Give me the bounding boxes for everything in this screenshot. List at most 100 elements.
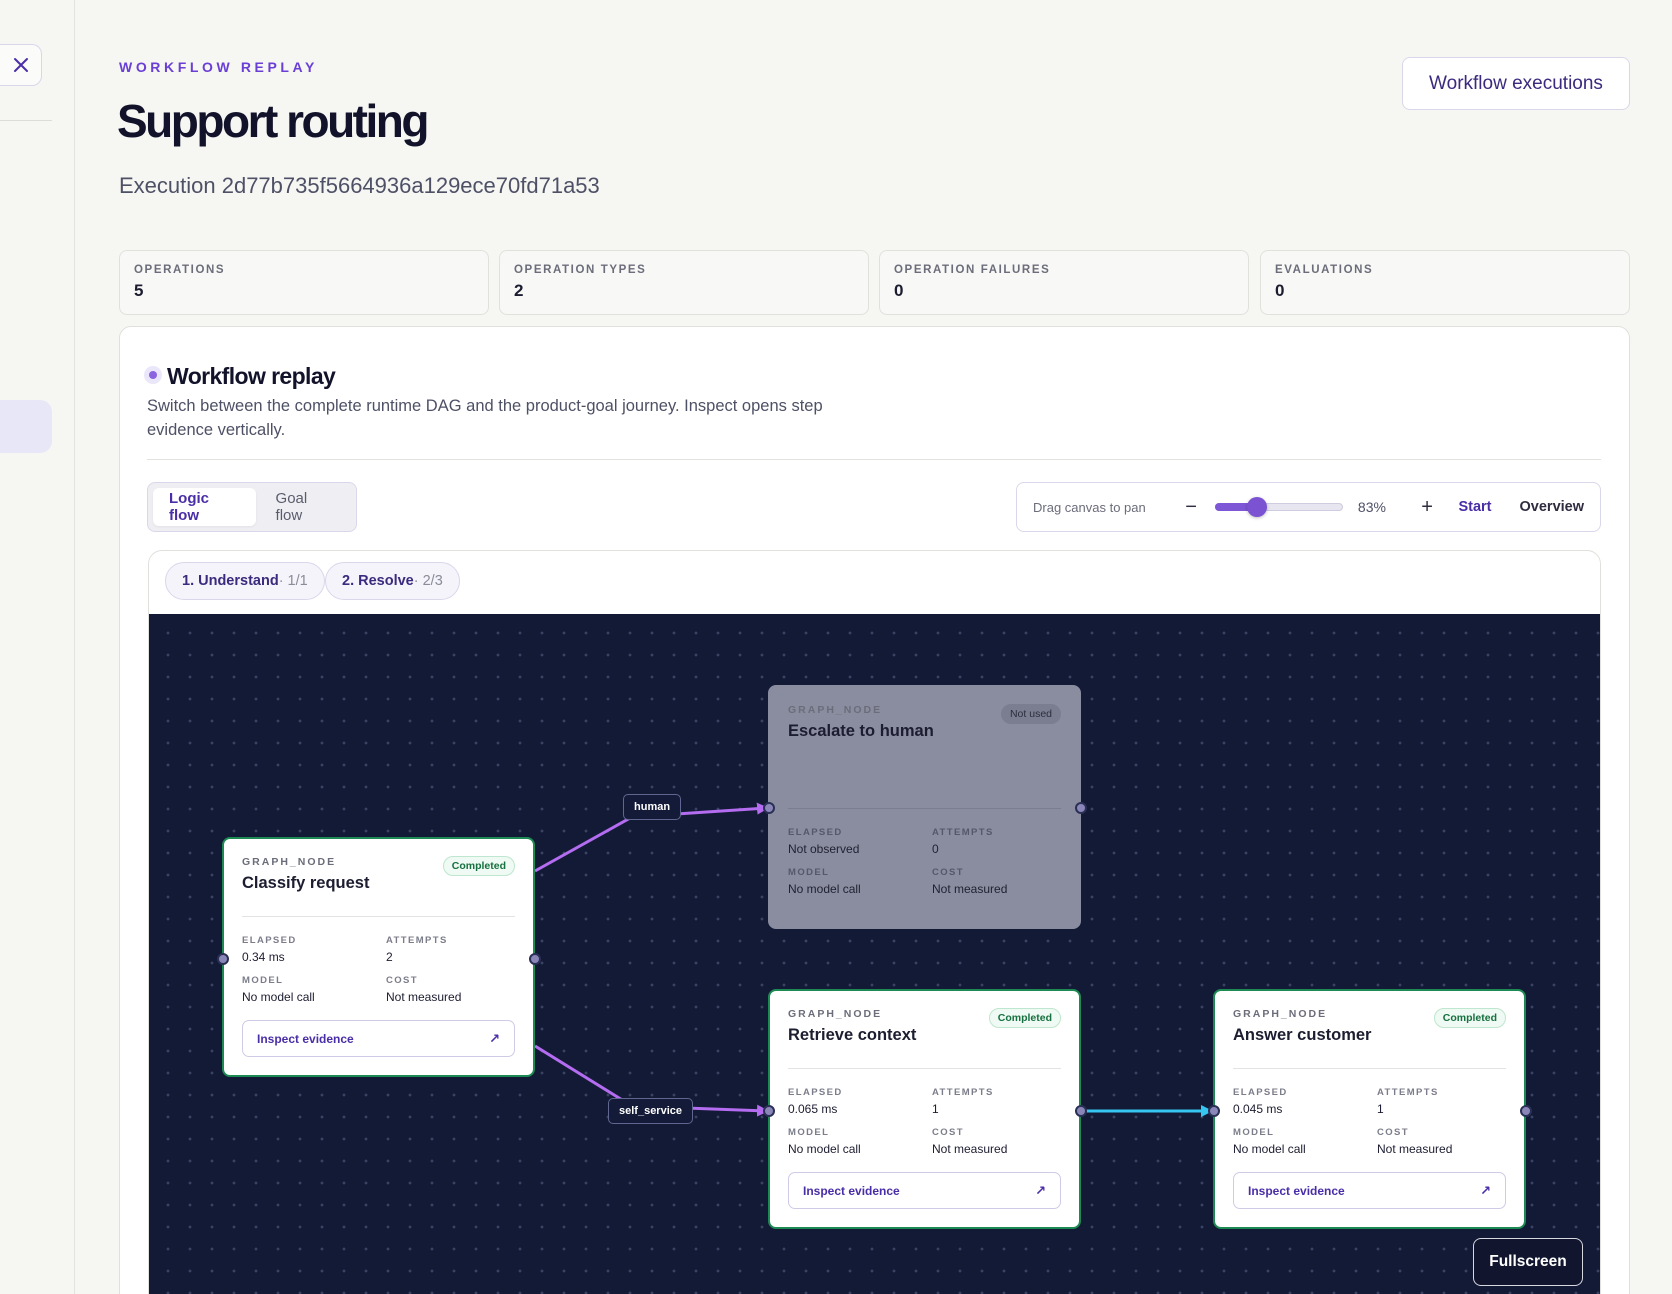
- phase-label: 1. Understand: [182, 573, 279, 589]
- tab-goal-flow[interactable]: Goal flow: [260, 488, 351, 526]
- tab-logic-flow[interactable]: Logic flow: [153, 488, 256, 526]
- metric-value: Not measured: [932, 1142, 1008, 1156]
- node-escalate-to-human[interactable]: GRAPH_NODE Escalate to human Not used EL…: [768, 685, 1081, 929]
- zoom-slider[interactable]: [1215, 497, 1344, 517]
- status-badge: Completed: [442, 856, 515, 876]
- edge-label-human: human: [623, 794, 682, 820]
- stat-value: 5: [134, 281, 144, 300]
- metric-label: MODEL: [1233, 1127, 1275, 1138]
- metric-label: MODEL: [242, 975, 284, 986]
- phase-chip-understand[interactable]: 1. Understand · 1/1: [165, 562, 325, 600]
- inspect-label: Inspect evidence: [803, 1183, 900, 1198]
- node-divider: [1233, 1068, 1506, 1069]
- external-link-icon: ↗: [1480, 1182, 1491, 1198]
- inspect-label: Inspect evidence: [1248, 1183, 1345, 1198]
- node-input-port[interactable]: [217, 953, 229, 965]
- phase-chip-resolve[interactable]: 2. Resolve · 2/3: [325, 562, 460, 600]
- metric-label: COST: [932, 867, 964, 878]
- metric-value: 2: [386, 950, 393, 964]
- node-retrieve-context[interactable]: GRAPH_NODE Retrieve context Completed EL…: [768, 989, 1081, 1229]
- node-answer-customer[interactable]: GRAPH_NODE Answer customer Completed ELA…: [1213, 989, 1526, 1229]
- status-badge: Completed: [1433, 1008, 1506, 1028]
- stat-evaluations: EVALUATIONS 0: [1260, 250, 1630, 315]
- node-title: Answer customer: [1233, 1026, 1372, 1044]
- stat-label: OPERATIONS: [134, 264, 226, 276]
- metric-value: No model call: [788, 882, 861, 896]
- metric-value: 1: [932, 1102, 939, 1116]
- node-title: Classify request: [242, 874, 370, 892]
- panel-description: Switch between the complete runtime DAG …: [147, 397, 823, 439]
- workflow-replay-panel: Workflow replay Switch between the compl…: [119, 326, 1630, 1294]
- metric-label: ATTEMPTS: [386, 935, 448, 946]
- node-output-port[interactable]: [529, 953, 541, 965]
- node-output-port[interactable]: [1075, 1105, 1087, 1117]
- rail-divider: [0, 120, 52, 121]
- node-divider: [788, 1068, 1061, 1069]
- metric-value: No model call: [242, 990, 315, 1004]
- status-badge: Completed: [988, 1008, 1061, 1028]
- stat-value: 0: [1275, 281, 1285, 300]
- node-classify-request[interactable]: GRAPH_NODE Classify request Completed EL…: [222, 837, 535, 1077]
- metric-label: COST: [932, 1127, 964, 1138]
- node-title: Retrieve context: [788, 1026, 917, 1044]
- metric-value: No model call: [788, 1142, 861, 1156]
- panel-divider: [147, 459, 1601, 460]
- metric-value: 0: [932, 842, 939, 856]
- status-badge: Not used: [1000, 704, 1061, 724]
- workflow-executions-button[interactable]: Workflow executions: [1402, 57, 1630, 110]
- left-rail: [0, 0, 75, 1294]
- node-title: Escalate to human: [788, 722, 934, 740]
- external-link-icon: ↗: [1035, 1182, 1046, 1198]
- graph-canvas[interactable]: human self_service GRAPH_NODE Escalate t…: [149, 614, 1600, 1294]
- execution-id: Execution 2d77b735f5664936a129ece70fd71a…: [119, 173, 600, 198]
- metric-label: ELAPSED: [242, 935, 297, 946]
- page-title: Support routing: [117, 95, 429, 147]
- external-link-icon: ↗: [489, 1030, 500, 1046]
- node-output-port[interactable]: [1075, 802, 1087, 814]
- page-eyebrow: WORKFLOW REPLAY: [119, 59, 318, 75]
- pan-hint: Drag canvas to pan: [1033, 499, 1146, 515]
- inspect-evidence-button[interactable]: Inspect evidence ↗: [242, 1020, 515, 1057]
- zoom-slider-handle[interactable]: [1247, 497, 1268, 517]
- stat-value: 0: [894, 281, 904, 300]
- overview-button[interactable]: Overview: [1520, 499, 1585, 515]
- stat-operations: OPERATIONS 5: [119, 250, 489, 315]
- start-button[interactable]: Start: [1458, 499, 1491, 515]
- panel-title: Workflow replay: [167, 363, 336, 389]
- metric-value: Not measured: [932, 882, 1008, 896]
- fullscreen-button[interactable]: Fullscreen: [1473, 1238, 1583, 1286]
- inspect-evidence-button[interactable]: Inspect evidence ↗: [1233, 1172, 1506, 1209]
- zoom-out-button[interactable]: −: [1177, 496, 1205, 519]
- node-divider: [242, 916, 515, 917]
- close-icon: [13, 58, 28, 72]
- inspect-evidence-button[interactable]: Inspect evidence ↗: [788, 1172, 1061, 1209]
- metric-value: 0.34 ms: [242, 950, 285, 964]
- metric-label: MODEL: [788, 1127, 830, 1138]
- stat-value: 2: [514, 281, 524, 300]
- metric-label: ATTEMPTS: [932, 1087, 994, 1098]
- stat-operation-failures: OPERATION FAILURES 0: [879, 250, 1249, 315]
- node-input-port[interactable]: [763, 802, 775, 814]
- phase-count: · 1/1: [278, 573, 308, 589]
- node-input-port[interactable]: [1208, 1105, 1220, 1117]
- close-button[interactable]: [0, 44, 42, 86]
- rail-active-item[interactable]: [0, 400, 52, 453]
- node-input-port[interactable]: [763, 1105, 775, 1117]
- zoom-in-button[interactable]: +: [1418, 496, 1437, 519]
- node-divider: [788, 808, 1061, 809]
- metric-label: ELAPSED: [788, 827, 843, 838]
- metric-label: ATTEMPTS: [1377, 1087, 1439, 1098]
- metric-value: 0.045 ms: [1233, 1102, 1283, 1116]
- node-output-port[interactable]: [1520, 1105, 1532, 1117]
- metric-value: Not measured: [386, 990, 462, 1004]
- edge-label-self-service: self_service: [608, 1098, 693, 1124]
- metric-label: ELAPSED: [788, 1087, 843, 1098]
- metric-label: ATTEMPTS: [932, 827, 994, 838]
- phase-count: · 2/3: [413, 573, 443, 589]
- metric-value: Not measured: [1377, 1142, 1453, 1156]
- zoom-percent: 83%: [1357, 499, 1386, 515]
- phase-label: 2. Resolve: [342, 573, 414, 589]
- stat-label: EVALUATIONS: [1275, 264, 1374, 276]
- metric-value: No model call: [1233, 1142, 1306, 1156]
- stat-operation-types: OPERATION TYPES 2: [499, 250, 869, 315]
